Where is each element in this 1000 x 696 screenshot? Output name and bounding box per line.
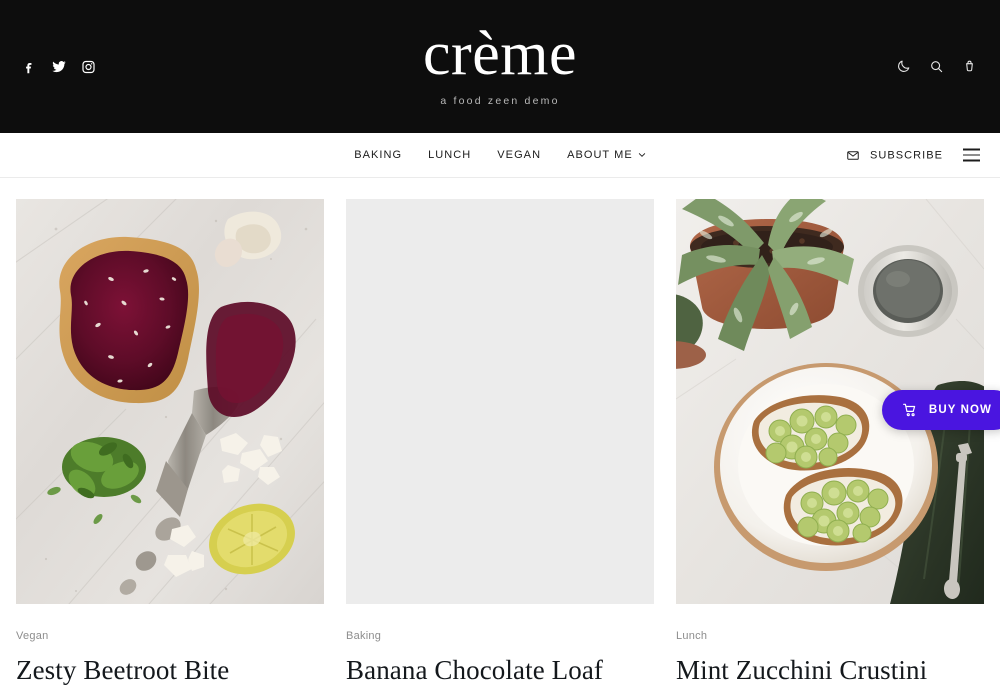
site-branding[interactable]: crème a food zeen demo xyxy=(423,22,577,110)
nav-item-label: ABOUT ME xyxy=(567,149,633,161)
post-category[interactable]: Baking xyxy=(346,630,654,642)
instagram-icon[interactable] xyxy=(80,58,97,75)
envelope-icon xyxy=(846,148,861,163)
buy-now-label: BUY NOW xyxy=(928,404,992,416)
post-thumbnail-placeholder[interactable] xyxy=(346,199,654,604)
facebook-icon[interactable] xyxy=(20,58,37,75)
nav-item-vegan[interactable]: VEGAN xyxy=(497,149,541,161)
post-card: Baking Banana Chocolate Loaf xyxy=(346,199,654,696)
shopping-cart-icon xyxy=(902,402,919,419)
hamburger-bar xyxy=(963,148,980,151)
moon-icon[interactable] xyxy=(894,58,912,76)
post-card: Lunch Mint Zucchini Crustini xyxy=(676,199,984,696)
post-title[interactable]: Mint Zucchini Crustini xyxy=(676,654,984,687)
site-header: crème a food zeen demo xyxy=(0,0,1000,133)
nav-item-label: BAKING xyxy=(354,149,403,161)
post-card: Vegan Zesty Beetroot Bite xyxy=(16,199,324,696)
nav-item-about-me[interactable]: ABOUT ME xyxy=(567,149,646,161)
nav-item-label: VEGAN xyxy=(497,149,542,161)
site-logo-text: crème xyxy=(423,20,577,89)
hamburger-bar xyxy=(963,159,980,162)
buy-now-button[interactable]: BUY NOW xyxy=(881,390,1000,430)
nav-item-lunch[interactable]: LUNCH xyxy=(428,149,471,161)
social-links xyxy=(20,58,97,75)
main-navigation: BAKING LUNCH VEGAN ABOUT ME SUBSCRIBE xyxy=(0,133,1000,178)
search-icon[interactable] xyxy=(927,58,945,76)
hamburger-bar xyxy=(963,154,980,156)
hamburger-icon[interactable] xyxy=(963,148,980,162)
twitter-icon[interactable] xyxy=(50,58,67,75)
nav-item-label: LUNCH xyxy=(428,149,472,161)
post-category[interactable]: Vegan xyxy=(16,630,324,642)
cart-icon[interactable] xyxy=(960,58,978,76)
post-thumbnail-beetroot[interactable] xyxy=(16,199,324,604)
post-title[interactable]: Zesty Beetroot Bite xyxy=(16,654,324,687)
post-category[interactable]: Lunch xyxy=(676,630,984,642)
subscribe-label: SUBSCRIBE xyxy=(869,149,943,161)
header-utilities xyxy=(894,58,978,76)
chevron-down-icon xyxy=(638,151,646,159)
nav-link-list: BAKING LUNCH VEGAN ABOUT ME xyxy=(354,149,645,161)
nav-actions: SUBSCRIBE xyxy=(846,148,980,163)
nav-item-baking[interactable]: BAKING xyxy=(354,149,402,161)
site-tagline: a food zeen demo xyxy=(440,94,560,107)
post-grid: Vegan Zesty Beetroot Bite Baking Banana … xyxy=(0,178,1000,696)
subscribe-button[interactable]: SUBSCRIBE xyxy=(846,148,943,163)
post-title[interactable]: Banana Chocolate Loaf xyxy=(346,654,654,687)
